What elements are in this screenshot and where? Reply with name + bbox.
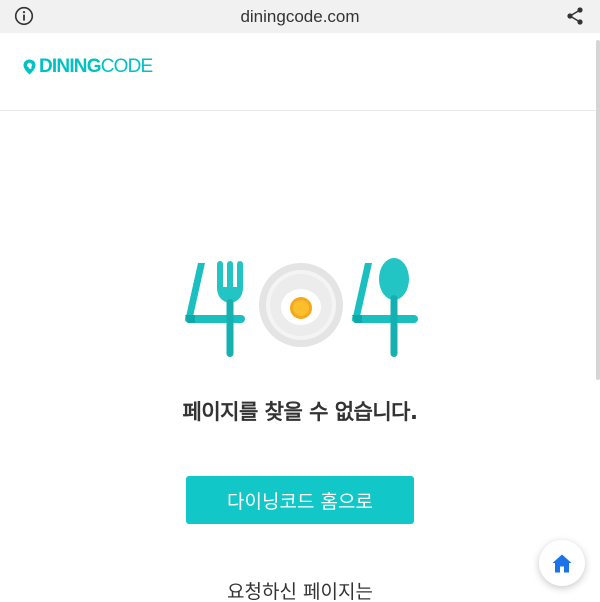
fork-icon — [217, 261, 243, 357]
browser-url-bar[interactable]: diningcode.com — [0, 0, 600, 33]
home-fab-button[interactable] — [539, 540, 585, 586]
error-message: 페이지를 찾을 수 없습니다. — [182, 400, 418, 424]
info-icon[interactable] — [14, 6, 34, 26]
url-text[interactable]: diningcode.com — [240, 7, 359, 27]
logo-bold-text: DINING — [39, 56, 101, 77]
logo-light-text: CODE — [100, 56, 153, 77]
error-404-illustration — [185, 258, 418, 357]
go-home-button[interactable]: 다이닝코드 홈으로 — [186, 476, 414, 524]
logo-wordmark: DININGCODE — [39, 56, 153, 77]
home-icon — [552, 554, 572, 572]
spoon-icon — [379, 258, 409, 357]
location-pin-icon — [23, 59, 36, 75]
site-header: DININGCODE — [0, 33, 600, 111]
site-logo[interactable]: DININGCODE — [23, 56, 153, 77]
sub-message: 요청하신 페이지는 — [227, 581, 373, 602]
plate-egg-icon — [259, 263, 343, 347]
share-icon[interactable] — [566, 6, 584, 26]
scrollbar[interactable] — [596, 40, 600, 380]
